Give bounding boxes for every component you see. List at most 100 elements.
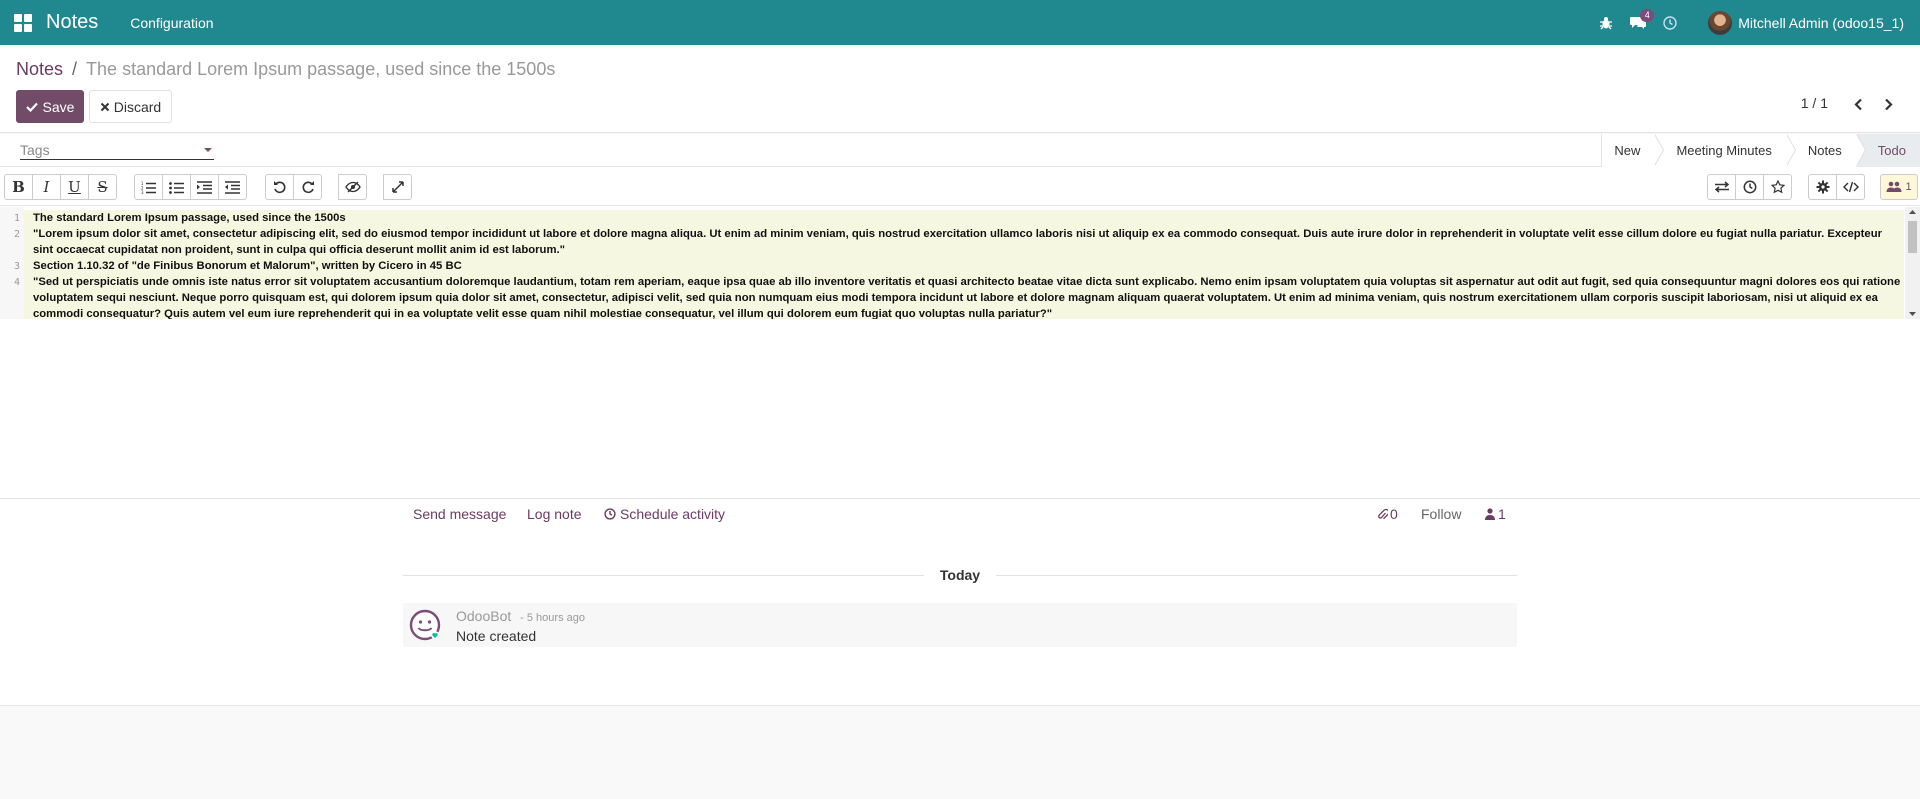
pager-previous-button[interactable] xyxy=(1846,92,1870,116)
outdent-icon xyxy=(225,180,240,194)
log-note-button[interactable]: Log note xyxy=(527,506,582,522)
line-number: 4 xyxy=(13,277,20,288)
bold-button[interactable]: B xyxy=(4,174,33,200)
indent-button[interactable] xyxy=(190,174,219,200)
list-group: 123 xyxy=(134,174,247,200)
message-date: - 5 hours ago xyxy=(520,612,585,624)
author-name[interactable]: OdooBot xyxy=(456,608,511,624)
indent-icon xyxy=(197,180,212,194)
settings-button[interactable] xyxy=(1808,174,1837,200)
line-text: "Sed ut perspiciatis unde omnis iste nat… xyxy=(24,274,1904,319)
tags-stage-row: New Meeting Minutes Notes Todo xyxy=(0,134,1920,167)
scroll-up-arrow-icon[interactable] xyxy=(1905,207,1920,217)
followers-count: 1 xyxy=(1498,506,1506,522)
form-sheet: New Meeting Minutes Notes Todo B I U S 1… xyxy=(0,134,1920,499)
chatter: Send message Log note Schedule activity … xyxy=(0,499,1920,706)
caret-down-icon[interactable] xyxy=(204,148,212,152)
chevron-right-icon xyxy=(1884,98,1893,110)
line-number: 1 xyxy=(13,213,20,224)
activity-button[interactable] xyxy=(1735,174,1764,200)
transfer-button[interactable] xyxy=(1707,174,1736,200)
discard-button[interactable]: Discard xyxy=(89,90,172,123)
undo-icon xyxy=(273,181,285,194)
breadcrumb-current: The standard Lorem Ipsum passage, used s… xyxy=(86,59,556,79)
fullscreen-group xyxy=(383,174,412,200)
date-separator-label: Today xyxy=(939,567,981,583)
toggle-codeview-button[interactable] xyxy=(338,174,367,200)
stage-new[interactable]: New xyxy=(1602,134,1665,167)
tools-group xyxy=(1808,174,1865,200)
undo-button[interactable] xyxy=(265,174,294,200)
top-navbar: Notes Configuration 4 Mitchell Admin (od… xyxy=(0,0,1920,45)
pager-next-button[interactable] xyxy=(1876,92,1900,116)
scroll-thumb[interactable] xyxy=(1908,221,1917,253)
tags-input[interactable] xyxy=(20,140,214,160)
stage-notes[interactable]: Notes xyxy=(1785,134,1866,167)
pager-value[interactable]: 1 / 1 xyxy=(1801,95,1828,111)
fullscreen-button[interactable] xyxy=(383,174,412,200)
separator-line xyxy=(996,574,1518,576)
followers-group: 1 xyxy=(1880,174,1918,200)
times-icon xyxy=(100,102,109,111)
line-number: 2 xyxy=(13,229,20,240)
ordered-list-icon: 123 xyxy=(141,181,156,194)
unordered-list-icon xyxy=(169,181,184,194)
line-text: Section 1.10.32 of "de Finibus Bonorum e… xyxy=(24,258,1904,274)
odoobot-avatar-icon[interactable] xyxy=(408,608,442,642)
follow-button[interactable]: Follow xyxy=(1421,506,1461,522)
followers-button[interactable]: 1 xyxy=(1880,174,1918,200)
ordered-list-button[interactable]: 123 xyxy=(134,174,163,200)
separator-line xyxy=(403,574,924,576)
svg-text:3: 3 xyxy=(141,190,144,194)
line-number: 3 xyxy=(13,261,20,272)
chevron-left-icon xyxy=(1853,98,1862,110)
discard-label: Discard xyxy=(113,98,162,115)
app-name[interactable]: Notes xyxy=(46,11,98,34)
code-editor[interactable]: 1 The standard Lorem Ipsum passage, used… xyxy=(0,207,1920,319)
schedule-activity-button[interactable]: Schedule activity xyxy=(604,506,725,522)
check-icon xyxy=(25,102,38,112)
editor-line[interactable]: 2 "Lorem ipsum dolor sit amet, consectet… xyxy=(0,226,1905,258)
scroll-down-arrow-icon[interactable] xyxy=(1905,309,1920,319)
apps-menu-icon[interactable] xyxy=(14,13,32,32)
message: OdooBot - 5 hours ago Note created xyxy=(403,603,1517,647)
exchange-icon xyxy=(1714,181,1729,193)
menu-configuration[interactable]: Configuration xyxy=(130,15,213,31)
user-icon xyxy=(1485,508,1495,520)
message-author[interactable]: OdooBot - 5 hours ago xyxy=(456,608,585,624)
widgets-group xyxy=(1707,174,1792,200)
editor-scrollbar[interactable] xyxy=(1905,207,1920,319)
stage-meeting-minutes[interactable]: Meeting Minutes xyxy=(1654,134,1797,167)
editor-line[interactable]: 1 The standard Lorem Ipsum passage, used… xyxy=(0,210,1905,226)
line-text: "Lorem ipsum dolor sit amet, consectetur… xyxy=(24,226,1904,258)
save-label: Save xyxy=(42,98,75,115)
outdent-button[interactable] xyxy=(218,174,247,200)
chatter-topbar: Send message Log note Schedule activity … xyxy=(403,499,1517,532)
debug-bug-icon[interactable] xyxy=(1590,0,1622,45)
user-menu[interactable]: Mitchell Admin (odoo15_1) xyxy=(1708,10,1904,35)
send-message-button[interactable]: Send message xyxy=(413,506,506,522)
stage-statusbar: New Meeting Minutes Notes Todo xyxy=(1601,134,1920,167)
activity-clock-icon[interactable] xyxy=(1654,0,1686,45)
editor-line[interactable]: 3 Section 1.10.32 of "de Finibus Bonorum… xyxy=(0,258,1905,274)
user-name: Mitchell Admin (odoo15_1) xyxy=(1738,14,1904,31)
breadcrumb-parent[interactable]: Notes xyxy=(16,59,63,80)
users-icon xyxy=(1886,181,1902,192)
messaging-icon[interactable]: 4 xyxy=(1622,0,1655,45)
strikethrough-button[interactable]: S xyxy=(88,174,117,200)
eye-slash-icon xyxy=(344,181,361,193)
clock-icon xyxy=(604,508,616,520)
unordered-list-button[interactable] xyxy=(162,174,191,200)
underline-button[interactable]: U xyxy=(60,174,89,200)
favorite-button[interactable] xyxy=(1763,174,1792,200)
date-separator: Today xyxy=(403,567,1518,583)
save-button[interactable]: Save xyxy=(16,90,84,123)
redo-button[interactable] xyxy=(293,174,322,200)
code-button[interactable] xyxy=(1836,174,1865,200)
followers-list-button[interactable]: 1 xyxy=(1485,506,1506,522)
user-avatar xyxy=(1708,10,1733,35)
editor-line[interactable]: 4 "Sed ut perspiciatis unde omnis iste n… xyxy=(0,274,1905,319)
attachments-button[interactable]: 0 xyxy=(1378,506,1398,522)
italic-button[interactable]: I xyxy=(32,174,61,200)
attachments-count: 0 xyxy=(1390,506,1398,522)
